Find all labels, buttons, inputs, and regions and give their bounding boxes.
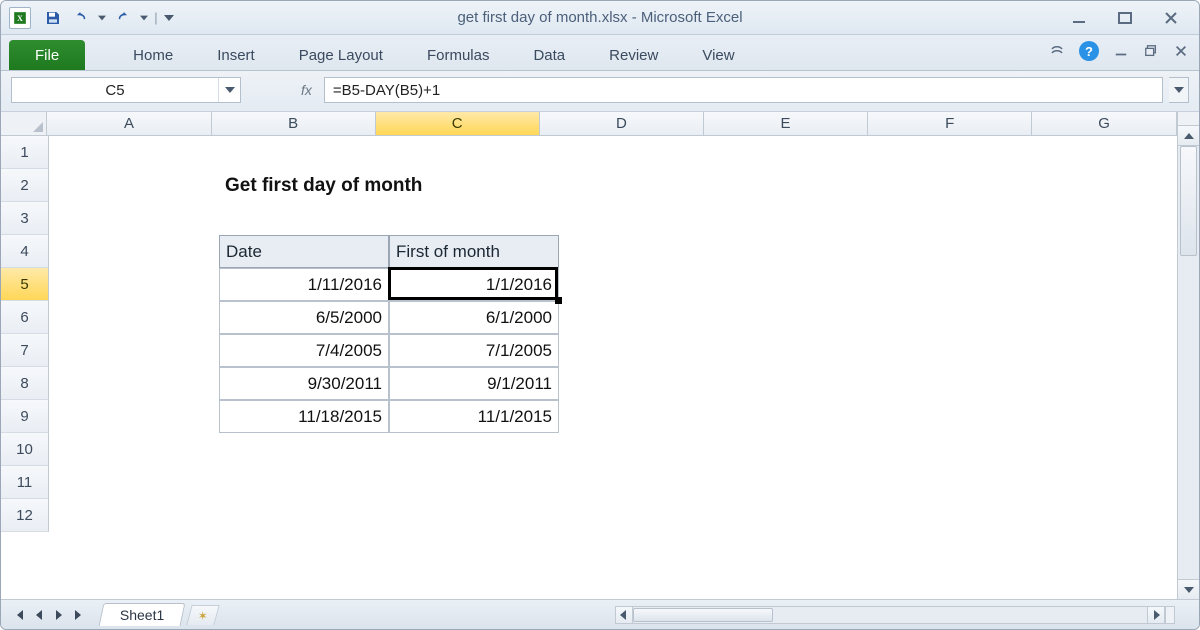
column-header[interactable]: D bbox=[540, 112, 704, 135]
scroll-down-icon[interactable] bbox=[1178, 579, 1199, 599]
ribbon-tab-formulas[interactable]: Formulas bbox=[405, 40, 512, 70]
column-header[interactable]: A bbox=[47, 112, 211, 135]
workbook-restore-icon[interactable] bbox=[1143, 43, 1159, 59]
excel-logo: X bbox=[9, 7, 31, 29]
column-header[interactable]: G bbox=[1032, 112, 1177, 135]
row-header[interactable]: 11 bbox=[1, 466, 49, 499]
scroll-up-icon[interactable] bbox=[1178, 126, 1199, 146]
vscroll-thumb[interactable] bbox=[1180, 146, 1197, 256]
ribbon-minimize-icon[interactable] bbox=[1049, 43, 1065, 59]
ribbon-tab-home[interactable]: Home bbox=[111, 40, 195, 70]
table-header[interactable]: Date bbox=[219, 235, 389, 268]
row-header[interactable]: 4 bbox=[1, 235, 49, 268]
save-icon[interactable] bbox=[39, 6, 67, 30]
row-header[interactable]: 6 bbox=[1, 301, 49, 334]
row-header[interactable]: 10 bbox=[1, 433, 49, 466]
minimize-icon[interactable] bbox=[1069, 8, 1089, 28]
scroll-right-icon[interactable] bbox=[1147, 606, 1165, 624]
formula-input[interactable]: =B5-DAY(B5)+1 bbox=[324, 77, 1163, 103]
first-sheet-icon[interactable] bbox=[9, 605, 29, 625]
column-header[interactable]: B bbox=[212, 112, 376, 135]
scroll-left-icon[interactable] bbox=[615, 606, 633, 624]
close-icon[interactable] bbox=[1161, 8, 1181, 28]
quick-access-toolbar: | bbox=[39, 6, 177, 30]
hscroll-thumb[interactable] bbox=[633, 608, 773, 622]
table-cell[interactable]: 11/1/2015 bbox=[389, 400, 559, 433]
prev-sheet-icon[interactable] bbox=[29, 605, 49, 625]
table-cell[interactable]: 6/5/2000 bbox=[219, 301, 389, 334]
svg-text:X: X bbox=[17, 13, 23, 22]
workbook-minimize-icon[interactable] bbox=[1113, 43, 1129, 59]
hscroll-track[interactable] bbox=[633, 606, 1147, 624]
next-sheet-icon[interactable] bbox=[49, 605, 69, 625]
help-icon[interactable]: ? bbox=[1079, 41, 1099, 61]
split-handle-icon[interactable] bbox=[1178, 112, 1199, 126]
maximize-icon[interactable] bbox=[1115, 8, 1135, 28]
table-header[interactable]: First of month bbox=[389, 235, 559, 268]
table-cell[interactable]: 9/1/2011 bbox=[389, 367, 559, 400]
row-header[interactable]: 12 bbox=[1, 499, 49, 532]
window-title: get first day of month.xlsx - Microsoft … bbox=[0, 9, 1200, 26]
row-header[interactable]: 8 bbox=[1, 367, 49, 400]
title-bar: X | get first day of month.xlsx - Micros… bbox=[1, 1, 1199, 35]
sheet-grid[interactable]: ABCDEFG 123456789101112 Get first day of… bbox=[1, 112, 1177, 599]
table-cell[interactable]: 9/30/2011 bbox=[219, 367, 389, 400]
expand-formula-bar-icon[interactable] bbox=[1169, 77, 1189, 103]
row-header[interactable]: 9 bbox=[1, 400, 49, 433]
excel-window: X | get first day of month.xlsx - Micros… bbox=[0, 0, 1200, 630]
horizontal-scrollbar[interactable] bbox=[615, 606, 1175, 624]
table-cell[interactable]: 7/1/2005 bbox=[389, 334, 559, 367]
formula-bar: C5 fx =B5-DAY(B5)+1 bbox=[1, 71, 1199, 112]
row-header[interactable]: 5 bbox=[1, 268, 49, 301]
fx-icon[interactable]: fx bbox=[295, 82, 318, 98]
row-header[interactable]: 1 bbox=[1, 136, 49, 169]
cancel-formula-icon bbox=[249, 77, 289, 103]
section-title[interactable]: Get first day of month bbox=[219, 169, 559, 202]
row-header[interactable]: 7 bbox=[1, 334, 49, 367]
fill-handle[interactable] bbox=[555, 297, 562, 304]
vertical-scrollbar[interactable] bbox=[1177, 112, 1199, 599]
worksheet-area: ABCDEFG 123456789101112 Get first day of… bbox=[1, 112, 1199, 599]
ribbon-tab-data[interactable]: Data bbox=[511, 40, 587, 70]
window-controls bbox=[1069, 8, 1191, 28]
ribbon-tab-page-layout[interactable]: Page Layout bbox=[277, 40, 405, 70]
ribbon-tab-review[interactable]: Review bbox=[587, 40, 680, 70]
redo-dropdown-icon[interactable] bbox=[137, 6, 151, 30]
vscroll-track[interactable] bbox=[1178, 146, 1199, 579]
table-cell[interactable]: 1/11/2016 bbox=[219, 268, 389, 301]
sheet-tab-label: Sheet1 bbox=[120, 607, 164, 623]
last-sheet-icon[interactable] bbox=[69, 605, 89, 625]
table-cell[interactable]: 6/1/2000 bbox=[389, 301, 559, 334]
hsplit-handle-icon[interactable] bbox=[1165, 606, 1175, 624]
redo-icon[interactable] bbox=[109, 6, 137, 30]
sheet-tab-bar: Sheet1 ✶ bbox=[1, 599, 1199, 629]
table-cell[interactable]: 11/18/2015 bbox=[219, 400, 389, 433]
table-cell[interactable]: 7/4/2005 bbox=[219, 334, 389, 367]
qat-customize-icon[interactable] bbox=[161, 6, 177, 30]
column-header[interactable]: E bbox=[704, 112, 868, 135]
ribbon-tabs: File HomeInsertPage LayoutFormulasDataRe… bbox=[1, 35, 1199, 71]
file-tab[interactable]: File bbox=[9, 40, 85, 70]
row-header[interactable]: 3 bbox=[1, 202, 49, 235]
workbook-close-icon[interactable] bbox=[1173, 43, 1189, 59]
ribbon-tab-insert[interactable]: Insert bbox=[195, 40, 277, 70]
column-header[interactable]: F bbox=[868, 112, 1032, 135]
undo-icon[interactable] bbox=[67, 6, 95, 30]
new-sheet-icon[interactable]: ✶ bbox=[187, 605, 220, 625]
select-all-corner[interactable] bbox=[1, 112, 47, 136]
name-box[interactable]: C5 bbox=[11, 77, 241, 103]
column-header[interactable]: C bbox=[376, 112, 540, 135]
name-box-dropdown-icon[interactable] bbox=[218, 78, 240, 102]
name-box-value: C5 bbox=[12, 82, 218, 99]
sheet-tab[interactable]: Sheet1 bbox=[99, 603, 186, 626]
row-header[interactable]: 2 bbox=[1, 169, 49, 202]
undo-dropdown-icon[interactable] bbox=[95, 6, 109, 30]
qat-separator: | bbox=[151, 6, 161, 30]
table-cell[interactable]: 1/1/2016 bbox=[389, 268, 559, 301]
ribbon-tab-view[interactable]: View bbox=[680, 40, 756, 70]
